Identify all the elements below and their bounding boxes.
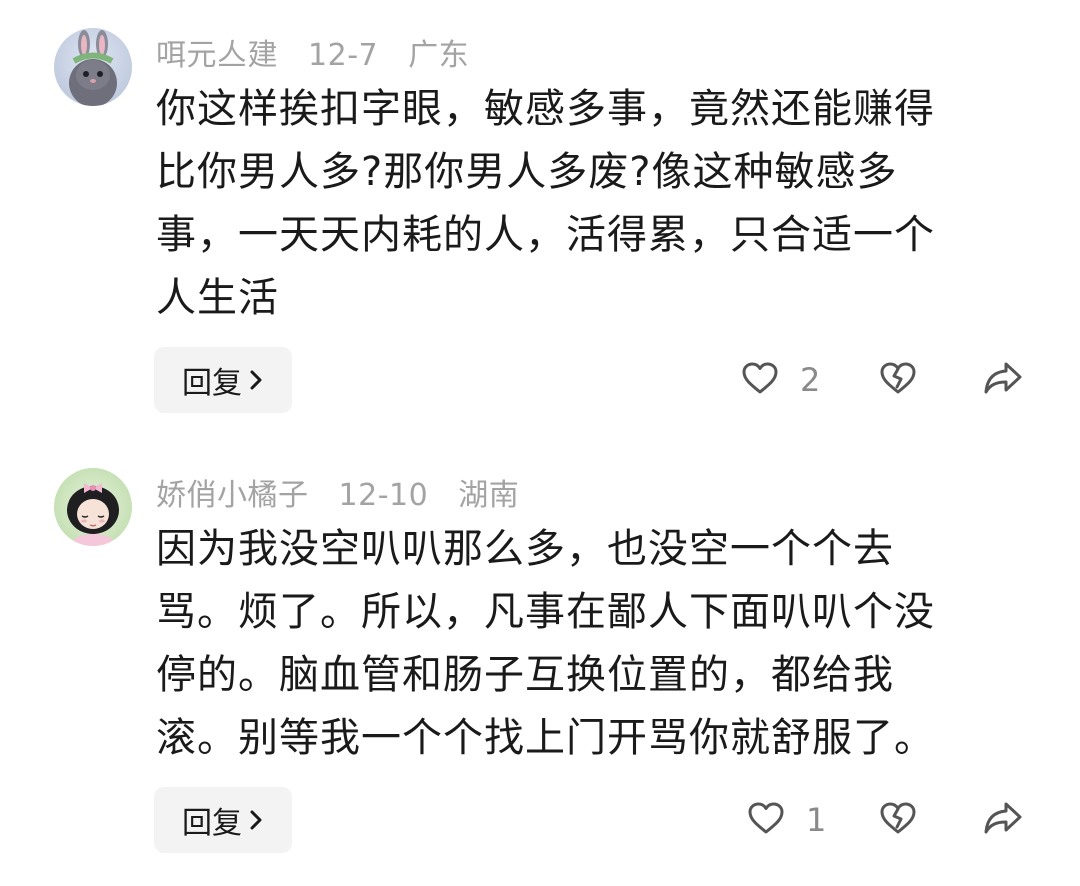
comment-text-line: 你这样挨扣字眼，敏感多事，竟然还能赚得 bbox=[156, 86, 935, 132]
chevron-right-icon bbox=[248, 369, 264, 391]
dislike-button[interactable] bbox=[878, 358, 918, 402]
reply-button[interactable]: 回复 bbox=[154, 347, 292, 413]
like-count: 1 bbox=[806, 801, 827, 839]
like-button[interactable]: 2 bbox=[740, 358, 820, 402]
comment-text: 你这样挨扣字眼，敏感多事，竟然还能赚得 比你男人多?那你男人多废?像这种敏感多 … bbox=[156, 78, 1006, 330]
comment-text-line: 滚。别等我一个个找上门开骂你就舒服了。 bbox=[156, 715, 935, 761]
comment-text-line: 因为我没空叭叭那么多，也没空一个个去 bbox=[156, 526, 894, 572]
comment-meta: 咡元亼建 12-7 广东 bbox=[156, 30, 489, 74]
chevron-right-icon bbox=[248, 809, 264, 831]
comment-text-line: 人生活 bbox=[156, 275, 279, 321]
bunny-avatar-image bbox=[54, 28, 132, 106]
share-button[interactable] bbox=[982, 358, 1024, 402]
avatar[interactable] bbox=[54, 28, 132, 106]
like-button[interactable]: 1 bbox=[746, 798, 826, 842]
reply-label: 回复 bbox=[182, 366, 242, 401]
dislike-button[interactable] bbox=[878, 798, 918, 842]
comment-date: 12-7 bbox=[308, 38, 379, 73]
heart-icon bbox=[746, 798, 786, 842]
username[interactable]: 咡元亼建 bbox=[156, 38, 278, 73]
share-icon bbox=[982, 802, 1024, 842]
comment-meta: 娇俏小橘子 12-10 湖南 bbox=[156, 470, 539, 514]
comment-date: 12-10 bbox=[338, 478, 429, 513]
comment-text-line: 停的。脑血管和肠子互换位置的，都给我 bbox=[156, 652, 894, 698]
heart-icon bbox=[740, 358, 780, 402]
reply-label: 回复 bbox=[182, 806, 242, 841]
comment-item: 咡元亼建 12-7 广东 你这样挨扣字眼，敏感多事，竟然还能赚得 比你男人多?那… bbox=[0, 0, 1080, 440]
comment-text-line: 比你男人多?那你男人多废?像这种敏感多 bbox=[156, 149, 898, 195]
broken-heart-icon bbox=[878, 802, 918, 842]
avatar[interactable] bbox=[54, 468, 132, 546]
comment-location: 湖南 bbox=[458, 478, 520, 513]
comment-location: 广东 bbox=[408, 38, 470, 73]
comment-text-line: 事，一天天内耗的人，活得累，只合适一个 bbox=[156, 212, 935, 258]
share-button[interactable] bbox=[982, 798, 1024, 842]
comment-item: 娇俏小橘子 12-10 湖南 因为我没空叭叭那么多，也没空一个个去 骂。烦了。所… bbox=[0, 440, 1080, 886]
comment-text: 因为我没空叭叭那么多，也没空一个个去 骂。烦了。所以，凡事在鄙人下面叭叭个没 停… bbox=[156, 518, 1006, 770]
share-icon bbox=[982, 362, 1024, 402]
broken-heart-icon bbox=[878, 362, 918, 402]
reply-button[interactable]: 回复 bbox=[154, 787, 292, 853]
like-count: 2 bbox=[800, 361, 821, 399]
comment-text-line: 骂。烦了。所以，凡事在鄙人下面叭叭个没 bbox=[156, 589, 935, 635]
girl-avatar-image bbox=[54, 468, 132, 546]
username[interactable]: 娇俏小橘子 bbox=[156, 478, 309, 513]
